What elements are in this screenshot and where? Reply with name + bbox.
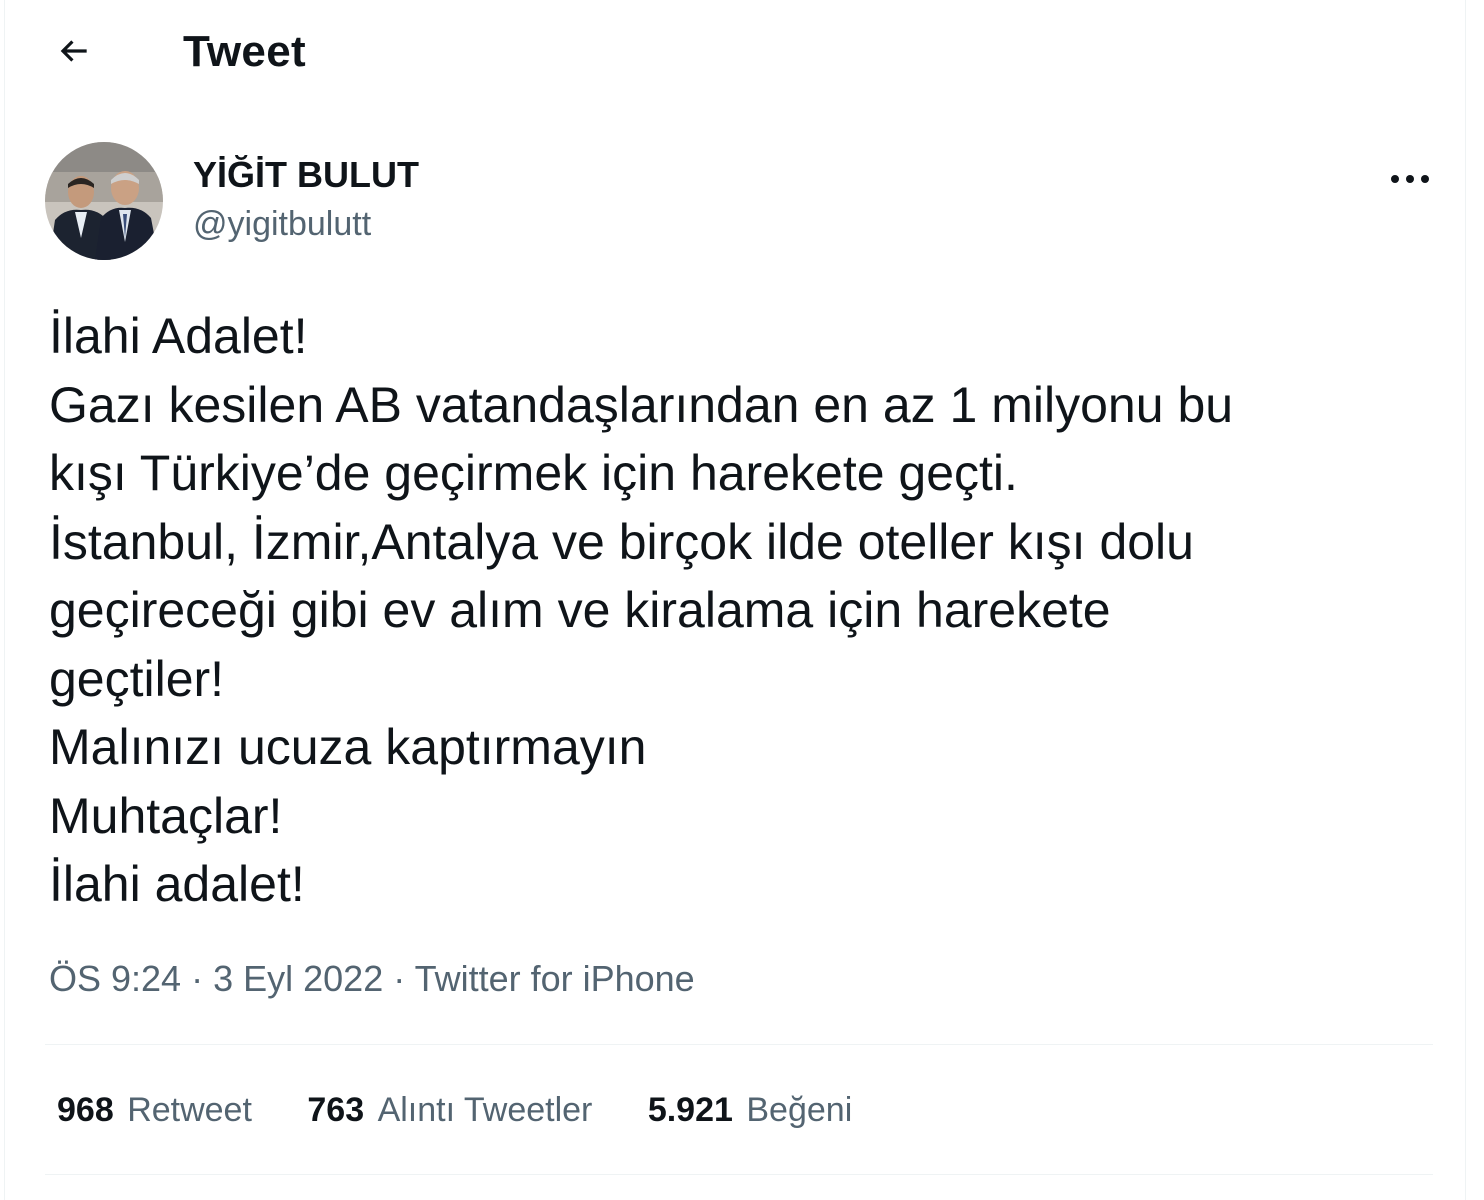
retweets-stat[interactable]: 968 Retweet — [57, 1088, 252, 1132]
likes-stat[interactable]: 5.921 Beğeni — [648, 1088, 852, 1132]
back-button[interactable] — [49, 26, 99, 76]
tweet-line: Gazı kesilen AB vatandaşlarından en az 1… — [49, 376, 1234, 433]
avatar[interactable] — [45, 142, 163, 260]
quote-tweets-stat[interactable]: 763 Alıntı Tweetler — [307, 1088, 592, 1132]
tweet-line: Malınızı ucuza kaptırmayın — [49, 719, 647, 775]
quote-tweets-count: 763 — [307, 1091, 365, 1129]
retweets-label: Retweet — [127, 1091, 252, 1129]
page-title: Tweet — [183, 27, 306, 76]
tweet-line: geçtiler! — [49, 650, 225, 707]
avatar-image — [45, 142, 163, 260]
tweet-line: geçireceği gibi ev alım ve kiralama için… — [49, 582, 1111, 638]
tweet-line: İstanbul, İzmir,Antalya ve birçok ilde o… — [49, 513, 1194, 570]
tweet-line: İlahi adalet! — [49, 856, 305, 912]
tweet-text: İlahi Adalet! Gazı kesilen AB vatandaşla… — [49, 302, 1429, 919]
more-options-button[interactable] — [1375, 156, 1445, 202]
retweets-count: 968 — [57, 1091, 114, 1129]
meta-separator: · — [383, 958, 415, 999]
tweet-page: Tweet YİĞİT BULUT @yigitbulutt İlahi Ada… — [4, 0, 1466, 1200]
tweet-time[interactable]: ÖS 9:24 — [49, 958, 181, 999]
tweet-metadata: ÖS 9:24 · 3 Eyl 2022 · Twitter for iPhon… — [49, 956, 695, 1002]
meta-separator: · — [181, 958, 214, 999]
divider — [45, 1044, 1433, 1045]
likes-label: Beğeni — [746, 1091, 853, 1129]
tweet-stats: 968 Retweet 763 Alıntı Tweetler 5.921 Be… — [57, 1088, 898, 1132]
author-handle[interactable]: @yigitbulutt — [193, 204, 371, 244]
tweet-line: kışı Türkiye’de geçirmek için harekete g… — [49, 445, 1018, 501]
likes-count: 5.921 — [647, 1091, 733, 1129]
tweet-date[interactable]: 3 Eyl 2022 — [213, 958, 383, 999]
arrow-left-icon — [60, 40, 87, 62]
author-name[interactable]: YİĞİT BULUT — [193, 154, 419, 196]
divider — [45, 1174, 1433, 1175]
tweet-source[interactable]: Twitter for iPhone — [415, 958, 695, 999]
page-header: Tweet — [5, 0, 1465, 104]
quote-tweets-label: Alıntı Tweetler — [377, 1091, 593, 1129]
tweet-author: YİĞİT BULUT @yigitbulutt — [45, 142, 1445, 264]
tweet-line: İlahi Adalet! — [49, 308, 308, 364]
more-horizontal-icon — [1391, 175, 1429, 183]
tweet-line: Muhtaçlar! — [49, 787, 283, 844]
